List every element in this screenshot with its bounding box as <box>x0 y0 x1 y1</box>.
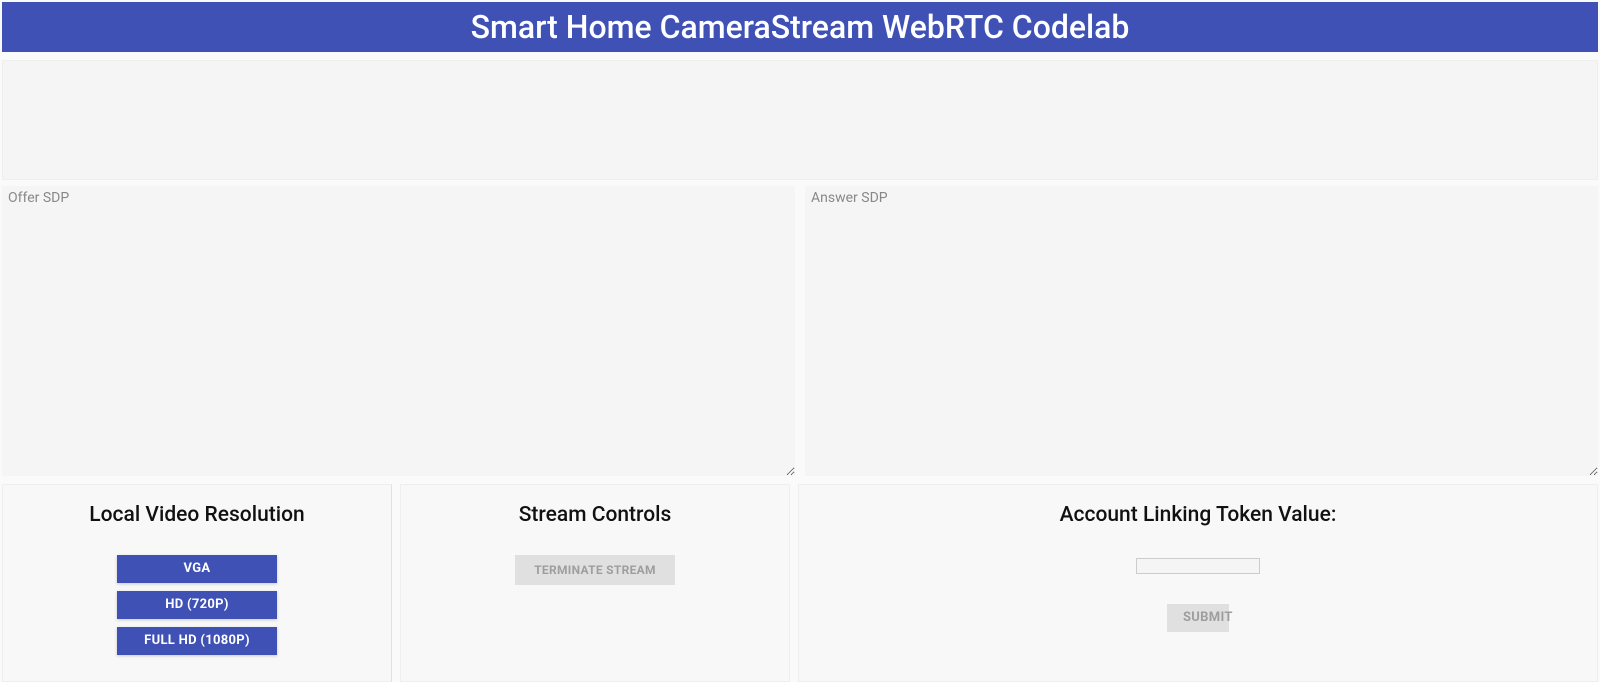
full-hd-1080p-button[interactable]: FULL HD (1080P) <box>117 627 277 655</box>
resolution-buttons: VGA HD (720P) FULL HD (1080P) <box>13 555 381 655</box>
stream-controls-title: Stream Controls <box>411 503 779 527</box>
submit-button[interactable]: SUBMIT <box>1167 604 1229 632</box>
resolution-panel: Local Video Resolution VGA HD (720P) FUL… <box>2 484 392 682</box>
terminate-stream-button[interactable]: TERMINATE STREAM <box>515 555 675 585</box>
vga-button[interactable]: VGA <box>117 555 277 583</box>
page-title: Smart Home CameraStream WebRTC Codelab <box>471 8 1130 46</box>
video-preview-area <box>2 60 1598 180</box>
token-title: Account Linking Token Value: <box>809 503 1587 527</box>
controls-row: Local Video Resolution VGA HD (720P) FUL… <box>2 484 1598 682</box>
resolution-title: Local Video Resolution <box>13 503 381 527</box>
sdp-row <box>2 186 1598 476</box>
stream-controls-panel: Stream Controls TERMINATE STREAM <box>400 484 790 682</box>
hd-720p-button[interactable]: HD (720P) <box>117 591 277 619</box>
offer-sdp-textarea[interactable] <box>2 186 795 476</box>
answer-sdp-textarea[interactable] <box>805 186 1598 476</box>
page-header: Smart Home CameraStream WebRTC Codelab <box>2 2 1598 52</box>
token-input[interactable] <box>1136 558 1260 574</box>
token-panel: Account Linking Token Value: SUBMIT <box>798 484 1598 682</box>
